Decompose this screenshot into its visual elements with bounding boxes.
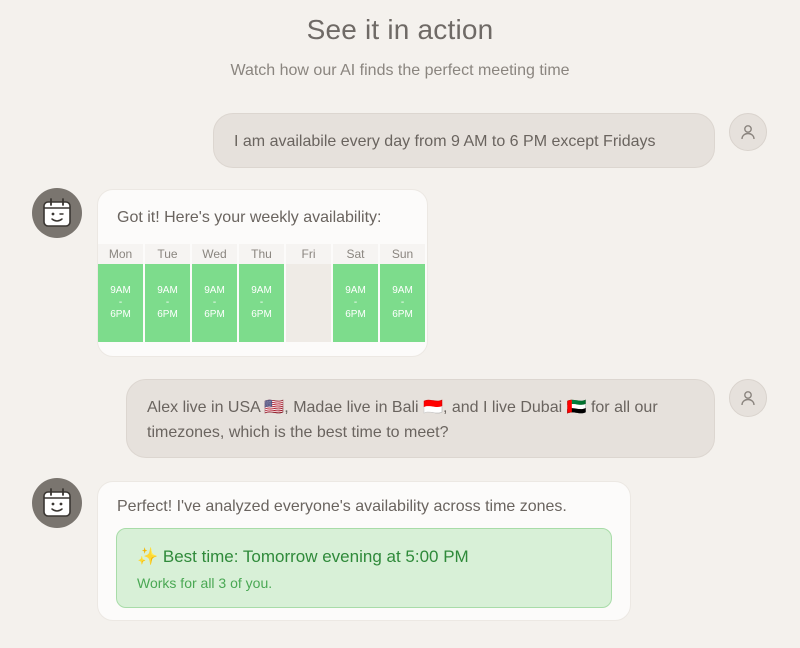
bot-avatar-1 bbox=[32, 188, 82, 238]
day-label: Thu bbox=[239, 244, 284, 264]
user-avatar-1 bbox=[729, 113, 767, 151]
user-message-2-line2: timezones, which is the best time to mee… bbox=[147, 424, 449, 441]
best-time-title: ✨ Best time: Tomorrow evening at 5:00 PM bbox=[137, 547, 469, 566]
day-column-fri: Fri bbox=[286, 244, 331, 342]
best-time-card: ✨ Best time: Tomorrow evening at 5:00 PM… bbox=[116, 528, 612, 608]
availability-cell: 9AM -6PM bbox=[333, 264, 378, 342]
section-title: See it in action bbox=[306, 14, 494, 45]
user-message-1: I am availabile every day from 9 AM to 6… bbox=[213, 113, 715, 168]
user-icon bbox=[741, 391, 755, 406]
day-column-tue: Tue 9AM -6PM bbox=[145, 244, 190, 342]
bot-avatar-2 bbox=[32, 478, 82, 528]
availability-cell: 9AM -6PM bbox=[192, 264, 237, 342]
day-column-sat: Sat 9AM -6PM bbox=[333, 244, 378, 342]
availability-cell: 9AM -6PM bbox=[145, 264, 190, 342]
unavailable-cell bbox=[286, 264, 331, 342]
bot-message-1-text: Got it! Here's your weekly availability: bbox=[117, 209, 382, 226]
bot-message-1: Got it! Here's your weekly availability:… bbox=[97, 189, 428, 357]
day-label: Sat bbox=[333, 244, 378, 264]
calendar-face-icon bbox=[43, 488, 71, 517]
day-label: Wed bbox=[192, 244, 237, 264]
day-column-mon: Mon 9AM -6PM bbox=[98, 244, 143, 342]
user-avatar-2 bbox=[729, 379, 767, 417]
chat-demo-section: See it in action Watch how our AI finds … bbox=[0, 0, 800, 648]
calendar-face-icon bbox=[43, 198, 71, 227]
user-message-2-line1: Alex live in USA 🇺🇸, Madae live in Bali … bbox=[147, 399, 658, 416]
availability-cell: 9AM -6PM bbox=[380, 264, 425, 342]
day-label: Mon bbox=[98, 244, 143, 264]
availability-cell: 9AM -6PM bbox=[239, 264, 284, 342]
user-message-2: Alex live in USA 🇺🇸, Madae live in Bali … bbox=[126, 379, 715, 458]
day-label: Tue bbox=[145, 244, 190, 264]
day-column-sun: Sun 9AM -6PM bbox=[380, 244, 425, 342]
best-time-subtitle: Works for all 3 of you. bbox=[137, 575, 273, 591]
weekly-availability-grid: Mon 9AM -6PM Tue 9AM -6PM Wed 9AM -6PM Thu bbox=[98, 244, 427, 342]
bot-message-2-text: Perfect! I've analyzed everyone's availa… bbox=[117, 498, 567, 515]
section-subtitle: Watch how our AI finds the perfect meeti… bbox=[230, 62, 570, 79]
bot-message-2: Perfect! I've analyzed everyone's availa… bbox=[97, 481, 631, 621]
user-message-1-text: I am availabile every day from 9 AM to 6… bbox=[234, 133, 656, 150]
availability-cell: 9AM -6PM bbox=[98, 264, 143, 342]
day-label: Fri bbox=[286, 244, 331, 264]
day-column-wed: Wed 9AM -6PM bbox=[192, 244, 237, 342]
day-column-thu: Thu 9AM -6PM bbox=[239, 244, 284, 342]
user-icon bbox=[741, 125, 755, 140]
day-label: Sun bbox=[380, 244, 425, 264]
